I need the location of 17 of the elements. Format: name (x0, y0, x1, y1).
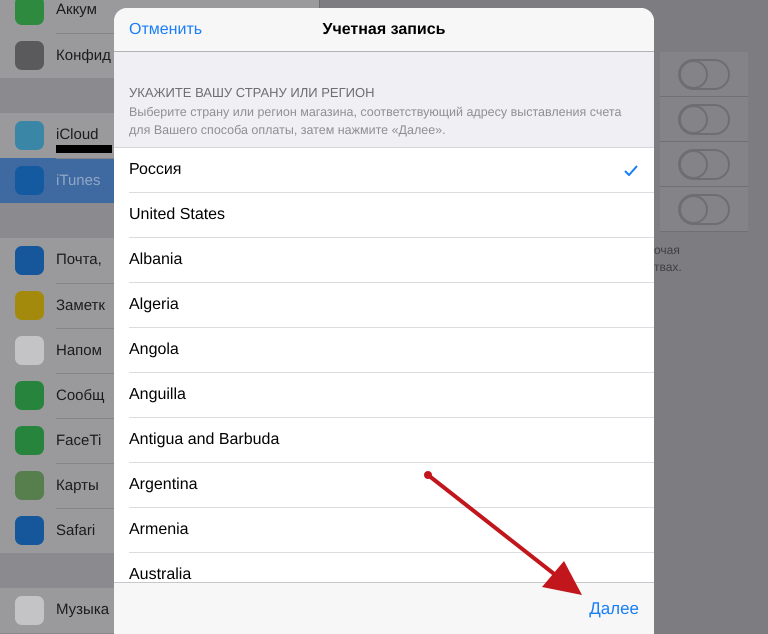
settings-label: Почта, (56, 250, 102, 270)
settings-label: Карты (56, 476, 99, 496)
settings-label: iCloud (56, 125, 99, 146)
settings-label: Музыка (56, 600, 110, 620)
settings-label: Напом (56, 340, 102, 361)
dialog-title: Учетная запись (322, 20, 446, 38)
footnote-text: очая (654, 242, 681, 259)
settings-label: Safari (56, 520, 96, 541)
settings-label: FaceTi (56, 430, 102, 451)
settings-label: Заметк (56, 296, 105, 316)
section-description: Выберите страну или регион магазина, соответствующий адресу выставления счета для Вашего способа оплаты, затем нажмите «Далее». (129, 104, 622, 139)
settings-label: iTunes (56, 170, 100, 191)
settings-label: Аккум (56, 0, 97, 20)
footnote-text: твах. (654, 259, 683, 276)
settings-label: Конфид (56, 46, 111, 66)
section-header: УКАЖИТЕ ВАШУ СТРАНУ ИЛИ РЕГИОН (129, 84, 376, 101)
settings-label: Сообщ (56, 386, 104, 406)
